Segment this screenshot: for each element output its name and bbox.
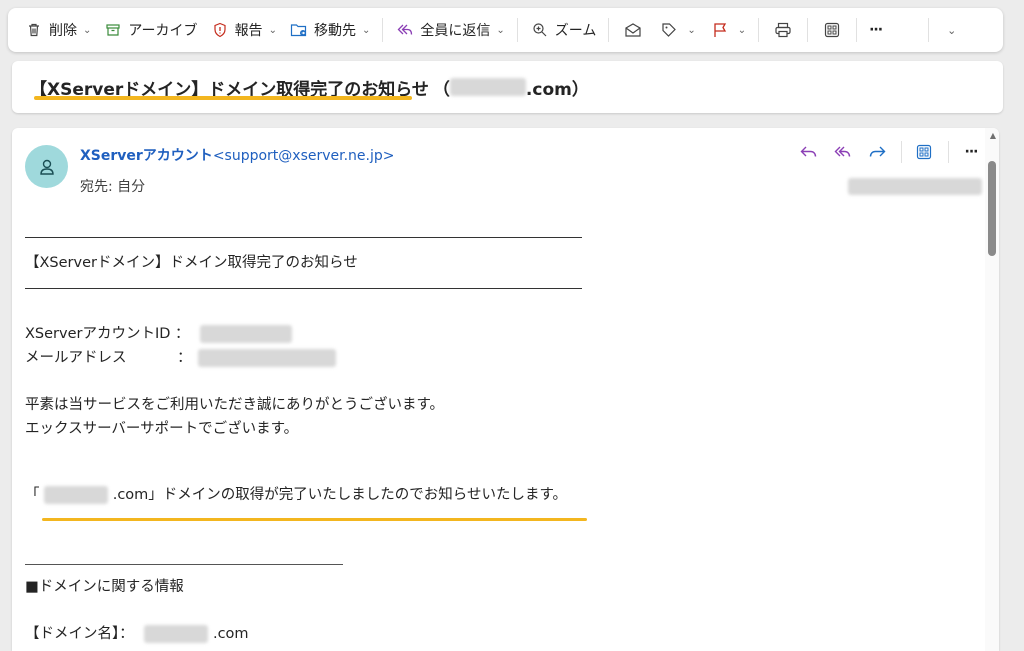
reply-all-icon[interactable] xyxy=(831,140,855,164)
more-icon[interactable]: ··· xyxy=(959,140,983,164)
scrollbar-thumb[interactable] xyxy=(988,161,996,256)
redacted-date xyxy=(848,178,982,195)
trash-icon xyxy=(24,20,44,40)
sender-name: XServerアカウント xyxy=(80,148,213,164)
folder-move-icon xyxy=(289,20,309,40)
subject-paren-open: （ xyxy=(432,79,450,100)
scroll-up-arrow-icon[interactable]: ▲ xyxy=(990,131,996,140)
toolbar-divider xyxy=(758,18,760,42)
notice-bracket: 「 xyxy=(25,487,40,503)
delete-button[interactable]: 削除 ⌄ xyxy=(18,15,97,45)
message-actions: ··· xyxy=(787,140,983,164)
notice-highlight-underline xyxy=(42,518,587,521)
to-label: 宛先: xyxy=(80,179,113,195)
zoom-button[interactable]: ズーム xyxy=(524,15,603,45)
chevron-down-icon[interactable]: ⌄ xyxy=(83,25,91,36)
apps-grid-icon[interactable] xyxy=(912,140,936,164)
section-title: ■ドメインに関する情報 xyxy=(25,579,184,595)
subject-bar: 【XServerドメイン】ドメイン取得完了のお知らせ （ .com） xyxy=(12,61,1003,113)
redacted-domain xyxy=(449,78,526,96)
mail-colon: ： xyxy=(177,350,192,366)
move-to-button[interactable]: 移動先 ⌄ xyxy=(283,15,376,45)
more-options-button[interactable]: ··· xyxy=(863,15,888,45)
sender[interactable]: XServerアカウント<support@xserver.ne.jp> xyxy=(80,145,395,165)
redacted-account-id xyxy=(200,325,293,343)
avatar[interactable] xyxy=(25,145,68,188)
reply-all-button[interactable]: 全員に返信 ⌄ xyxy=(389,15,510,45)
apps-button[interactable] xyxy=(814,15,850,45)
to-value[interactable]: 自分 xyxy=(117,179,145,195)
toolbar-divider xyxy=(382,18,384,42)
divider-rule xyxy=(25,288,582,289)
delete-label: 削除 xyxy=(49,23,77,39)
mail-label: メールアドレス xyxy=(25,350,127,366)
flag-button[interactable]: ⌄ xyxy=(702,15,752,45)
account-id-label: XServerアカウントID ： xyxy=(25,326,190,342)
chevron-down-icon[interactable]: ⌄ xyxy=(738,25,746,36)
greeting-line: 平素は当サービスをご利用いただき誠にありがとうございます。 xyxy=(25,397,445,413)
reading-pane: XServerアカウント<support@xserver.ne.jp> 宛先: … xyxy=(12,128,999,651)
print-button[interactable] xyxy=(765,15,801,45)
reply-all-label: 全員に返信 xyxy=(420,23,491,39)
report-label: 報告 xyxy=(234,23,263,39)
toolbar-divider xyxy=(516,18,518,42)
archive-icon xyxy=(103,20,123,40)
printer-icon xyxy=(771,18,795,42)
subject-domain-suffix: .com） xyxy=(525,79,589,100)
move-to-label: 移動先 xyxy=(313,23,356,39)
toolbar-divider xyxy=(928,18,930,42)
apps-grid-icon xyxy=(820,18,844,42)
report-button[interactable]: 報告 ⌄ xyxy=(204,15,283,45)
domain-name-label: 【ドメイン名】： xyxy=(25,626,134,642)
divider-rule xyxy=(25,237,582,238)
domain-name-line: 【ドメイン名】： .com xyxy=(25,623,249,646)
toolbar-divider xyxy=(856,18,858,42)
envelope-open-icon xyxy=(621,18,645,42)
body-title-line: 【XServerドメイン】ドメイン取得完了のお知らせ xyxy=(25,255,358,271)
command-toolbar: 削除 ⌄ アーカイブ 報告 ⌄ 移動先 ⌄ 全員に返信 ⌄ ズーム ⌄ ⌄ ··… xyxy=(8,8,1003,52)
scrollbar[interactable]: ▲ xyxy=(985,128,999,651)
tag-icon xyxy=(657,18,681,42)
redacted-domain xyxy=(44,486,109,504)
zoom-in-icon xyxy=(530,20,550,40)
reply-icon[interactable] xyxy=(797,140,821,164)
zoom-label: ズーム xyxy=(554,23,597,39)
flag-icon xyxy=(708,18,732,42)
notice-text: .com」ドメインの取得が完了いたしましたのでお知らせいたします。 xyxy=(112,487,568,503)
expand-toolbar-button[interactable]: ⌄ xyxy=(941,15,962,45)
chevron-down-icon[interactable]: ⌄ xyxy=(687,25,695,36)
mark-read-button[interactable] xyxy=(615,15,651,45)
chevron-down-icon[interactable]: ⌄ xyxy=(496,25,504,36)
reply-all-icon xyxy=(395,20,415,40)
actions-divider xyxy=(901,141,902,163)
redacted-email xyxy=(198,349,337,367)
redacted-domain xyxy=(144,625,209,643)
toolbar-divider xyxy=(608,18,610,42)
sender-address: <support@xserver.ne.jp> xyxy=(212,148,395,164)
categorize-button[interactable]: ⌄ xyxy=(651,15,701,45)
toolbar-divider xyxy=(807,18,809,42)
greeting-line: エックスサーバーサポートでございます。 xyxy=(25,421,299,437)
account-id-line: XServerアカウントID ： xyxy=(25,323,293,346)
archive-button[interactable]: アーカイブ xyxy=(97,15,203,45)
domain-name-suffix: .com xyxy=(212,626,249,642)
completion-notice: 「 .com」ドメインの取得が完了いたしましたのでお知らせいたします。 xyxy=(25,484,567,507)
chevron-down-icon[interactable]: ⌄ xyxy=(362,25,370,36)
subject-highlight-underline xyxy=(34,96,412,100)
divider-rule xyxy=(25,564,343,565)
forward-icon[interactable] xyxy=(865,140,889,164)
shield-alert-icon xyxy=(210,20,230,40)
chevron-down-icon: ⌄ xyxy=(947,23,957,37)
actions-divider xyxy=(948,141,949,163)
recipient-line: 宛先: 自分 xyxy=(80,176,145,196)
chevron-down-icon[interactable]: ⌄ xyxy=(269,25,277,36)
email-line: メールアドレス ： xyxy=(25,347,337,370)
more-icon: ··· xyxy=(869,22,883,38)
archive-label: アーカイブ xyxy=(128,23,198,39)
